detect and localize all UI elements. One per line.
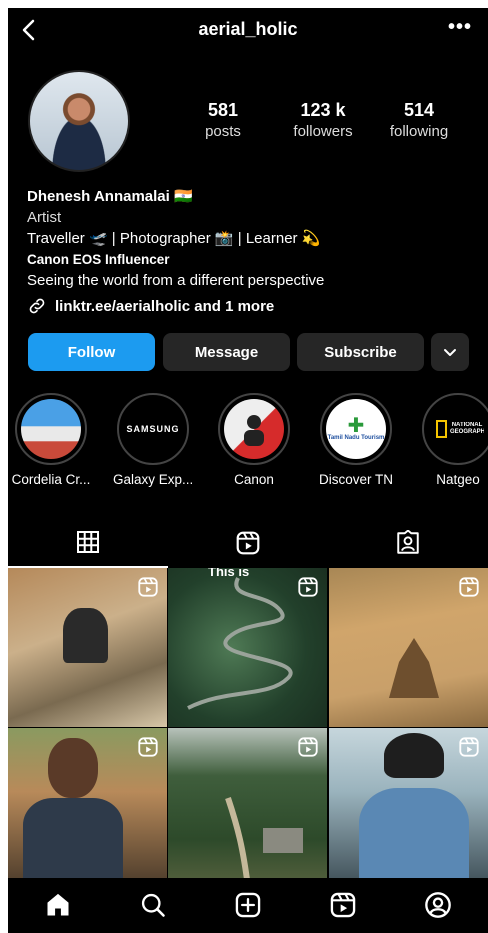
highlight-image <box>224 399 284 459</box>
highlight-image: ✚ Tamil Nadu Tourism <box>326 399 386 459</box>
grid-post[interactable] <box>329 568 488 727</box>
highlight-ring: ✚ Tamil Nadu Tourism <box>320 393 392 465</box>
suggested-dropdown-button[interactable] <box>431 333 469 371</box>
rider-shape <box>359 788 469 887</box>
highlight-image: SAMSUNG <box>123 399 183 459</box>
profile-tabs <box>8 518 488 568</box>
highlight-label: Discover TN <box>318 472 393 487</box>
profile-screen: aerial_holic ••• 581 posts 123 k followe… <box>8 8 488 933</box>
reels-icon <box>138 577 158 597</box>
highlight-ring: NATIONAL GEOGRAPHIC <box>422 393 488 465</box>
highlight-ring <box>15 393 87 465</box>
samsung-logo: SAMSUNG <box>126 424 180 434</box>
highlight-image <box>21 399 81 459</box>
person-silhouette <box>244 415 264 446</box>
highlight-discover-tn[interactable]: ✚ Tamil Nadu Tourism Discover TN <box>316 393 396 487</box>
reels-icon <box>236 531 260 555</box>
tab-reels[interactable] <box>168 518 328 568</box>
highlight-label: Cordelia Cr... <box>11 472 91 487</box>
nav-profile[interactable] <box>423 890 453 920</box>
highlight-label: Canon <box>234 472 274 487</box>
tourism-logo-text: Tamil Nadu Tourism <box>327 435 385 441</box>
profile-bio: Dhenesh Annamalai 🇮🇳 Artist Traveller 🛫 … <box>27 186 477 291</box>
profile-icon <box>425 892 451 918</box>
highlight-label: Natgeo <box>436 472 480 487</box>
stat-following-label: following <box>389 123 449 140</box>
bio-line-3: Seeing the world from a different perspe… <box>27 272 325 289</box>
highlight-galaxy[interactable]: SAMSUNG Galaxy Exp... <box>113 393 193 487</box>
tagged-icon <box>397 530 419 554</box>
nav-create[interactable] <box>233 890 263 920</box>
helmet-shape <box>384 733 444 778</box>
temple-shape <box>389 638 439 698</box>
grid-post[interactable] <box>8 568 167 727</box>
reels-icon <box>138 737 158 757</box>
subscribe-button[interactable]: Subscribe <box>297 333 424 371</box>
highlight-ring <box>218 393 290 465</box>
bio-line-2: Canon EOS Influencer <box>27 252 170 267</box>
profile-link[interactable]: linktr.ee/aerialholic and 1 more <box>27 296 274 316</box>
stat-followers-value: 123 k <box>300 100 346 120</box>
avatar[interactable] <box>28 70 130 172</box>
reels-icon <box>459 737 479 757</box>
natgeo-logo-frame <box>436 420 447 438</box>
highlight-ring: SAMSUNG <box>117 393 189 465</box>
profile-link-text: linktr.ee/aerialholic and 1 more <box>55 297 275 315</box>
more-icon[interactable]: ••• <box>448 16 472 39</box>
grid-post[interactable] <box>8 728 167 887</box>
highlight-natgeo[interactable]: NATIONAL GEOGRAPHIC Natgeo <box>418 393 488 487</box>
stat-followers-label: followers <box>293 123 353 140</box>
statue-shape <box>63 608 108 663</box>
stat-following[interactable]: 514 following <box>382 100 456 140</box>
natgeo-logo-text: NATIONAL GEOGRAPHIC <box>450 422 484 435</box>
tab-tagged[interactable] <box>328 518 488 568</box>
stat-posts-label: posts <box>205 123 241 140</box>
stat-posts[interactable]: 581 posts <box>193 100 253 140</box>
bottom-nav <box>8 878 488 933</box>
search-icon <box>141 893 165 917</box>
tab-grid[interactable] <box>8 518 168 568</box>
reels-icon <box>298 737 318 757</box>
grid-icon <box>77 531 99 553</box>
stat-posts-value: 581 <box>207 100 239 120</box>
follow-button[interactable]: Follow <box>28 333 155 371</box>
home-icon <box>47 893 69 916</box>
stat-following-value: 514 <box>403 100 435 120</box>
message-button[interactable]: Message <box>163 333 290 371</box>
reels-icon <box>298 577 318 597</box>
grid-post[interactable]: This is <box>168 568 327 727</box>
chevron-down-icon <box>444 349 456 356</box>
grid-post[interactable] <box>329 728 488 887</box>
nav-search[interactable] <box>138 890 168 920</box>
bio-line-1: Traveller 🛫 | Photographer 📸 | Learner 💫 <box>27 230 321 247</box>
profile-name: Dhenesh Annamalai 🇮🇳 <box>27 188 193 205</box>
top-bar: aerial_holic ••• <box>8 8 488 52</box>
profile-category: Artist <box>27 209 62 226</box>
nav-reels[interactable] <box>328 890 358 920</box>
create-icon <box>235 892 261 918</box>
grid-post[interactable] <box>168 728 327 887</box>
plus-logo-icon: ✚ <box>347 415 365 437</box>
stat-followers[interactable]: 123 k followers <box>280 100 366 140</box>
shirt-shape <box>23 798 123 887</box>
person-shape <box>48 738 98 798</box>
highlight-image: NATIONAL GEOGRAPHIC <box>428 399 488 459</box>
nav-home[interactable] <box>43 890 73 920</box>
highlight-canon[interactable]: Canon <box>214 393 294 487</box>
highlight-label: Galaxy Exp... <box>113 472 193 487</box>
highlight-cordelia[interactable]: Cordelia Cr... <box>11 393 91 487</box>
link-icon <box>29 298 45 314</box>
profile-username: aerial_holic <box>198 19 298 39</box>
reels-icon <box>459 577 479 597</box>
reels-icon <box>330 892 356 918</box>
